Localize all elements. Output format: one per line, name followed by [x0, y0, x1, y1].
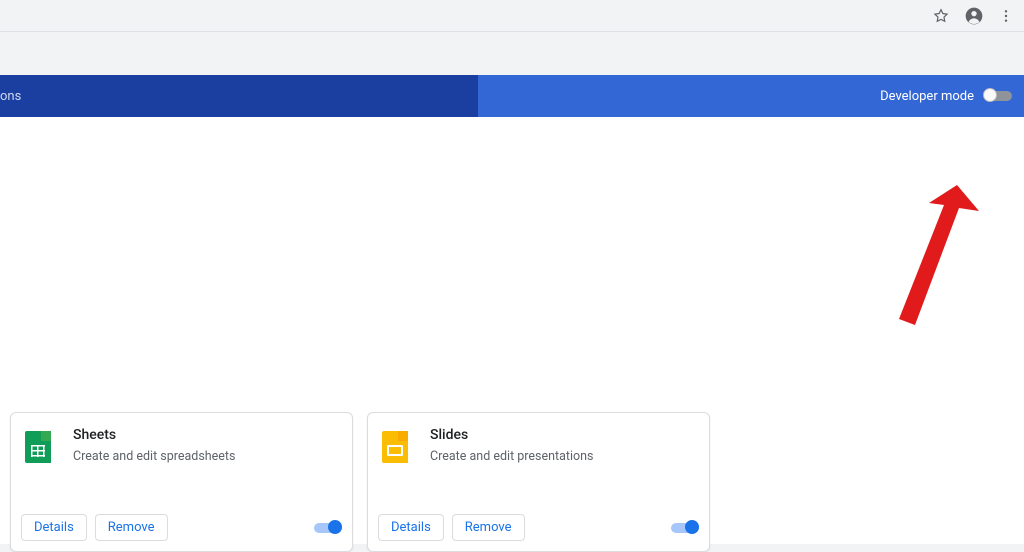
- star-icon[interactable]: [932, 7, 950, 25]
- developer-mode-toggle[interactable]: [984, 91, 1012, 101]
- card-description: Create and edit presentations: [430, 449, 594, 464]
- extensions-page: ons Developer mode Sheets Create and edi…: [0, 75, 1024, 544]
- search-extensions-input[interactable]: ons: [0, 75, 478, 117]
- enable-toggle[interactable]: [314, 523, 342, 533]
- extension-card-slides: Slides Create and edit presentations Det…: [367, 412, 710, 552]
- developer-mode-label: Developer mode: [880, 89, 974, 104]
- card-title: Slides: [430, 427, 594, 443]
- extension-cards: Sheets Create and edit spreadsheets Deta…: [10, 412, 710, 552]
- toggle-knob: [983, 88, 997, 102]
- card-description: Create and edit spreadsheets: [73, 449, 235, 464]
- card-title: Sheets: [73, 427, 235, 443]
- developer-mode-section: Developer mode: [880, 89, 1012, 104]
- toggle-knob: [685, 520, 699, 534]
- sheets-icon: [25, 431, 55, 461]
- remove-button[interactable]: Remove: [452, 514, 525, 541]
- extension-card-sheets: Sheets Create and edit spreadsheets Deta…: [10, 412, 353, 552]
- enable-toggle[interactable]: [671, 523, 699, 533]
- annotation-arrow: [859, 185, 979, 325]
- extensions-toolbar: ons Developer mode: [0, 75, 1024, 117]
- details-button[interactable]: Details: [378, 514, 444, 541]
- remove-button[interactable]: Remove: [95, 514, 168, 541]
- slides-icon: [382, 431, 412, 461]
- toggle-knob: [328, 520, 342, 534]
- profile-icon[interactable]: [964, 6, 984, 26]
- kebab-menu-icon[interactable]: [998, 7, 1014, 25]
- details-button[interactable]: Details: [21, 514, 87, 541]
- search-fragment-text: ons: [0, 89, 21, 104]
- omnibox-bar: [0, 0, 1024, 32]
